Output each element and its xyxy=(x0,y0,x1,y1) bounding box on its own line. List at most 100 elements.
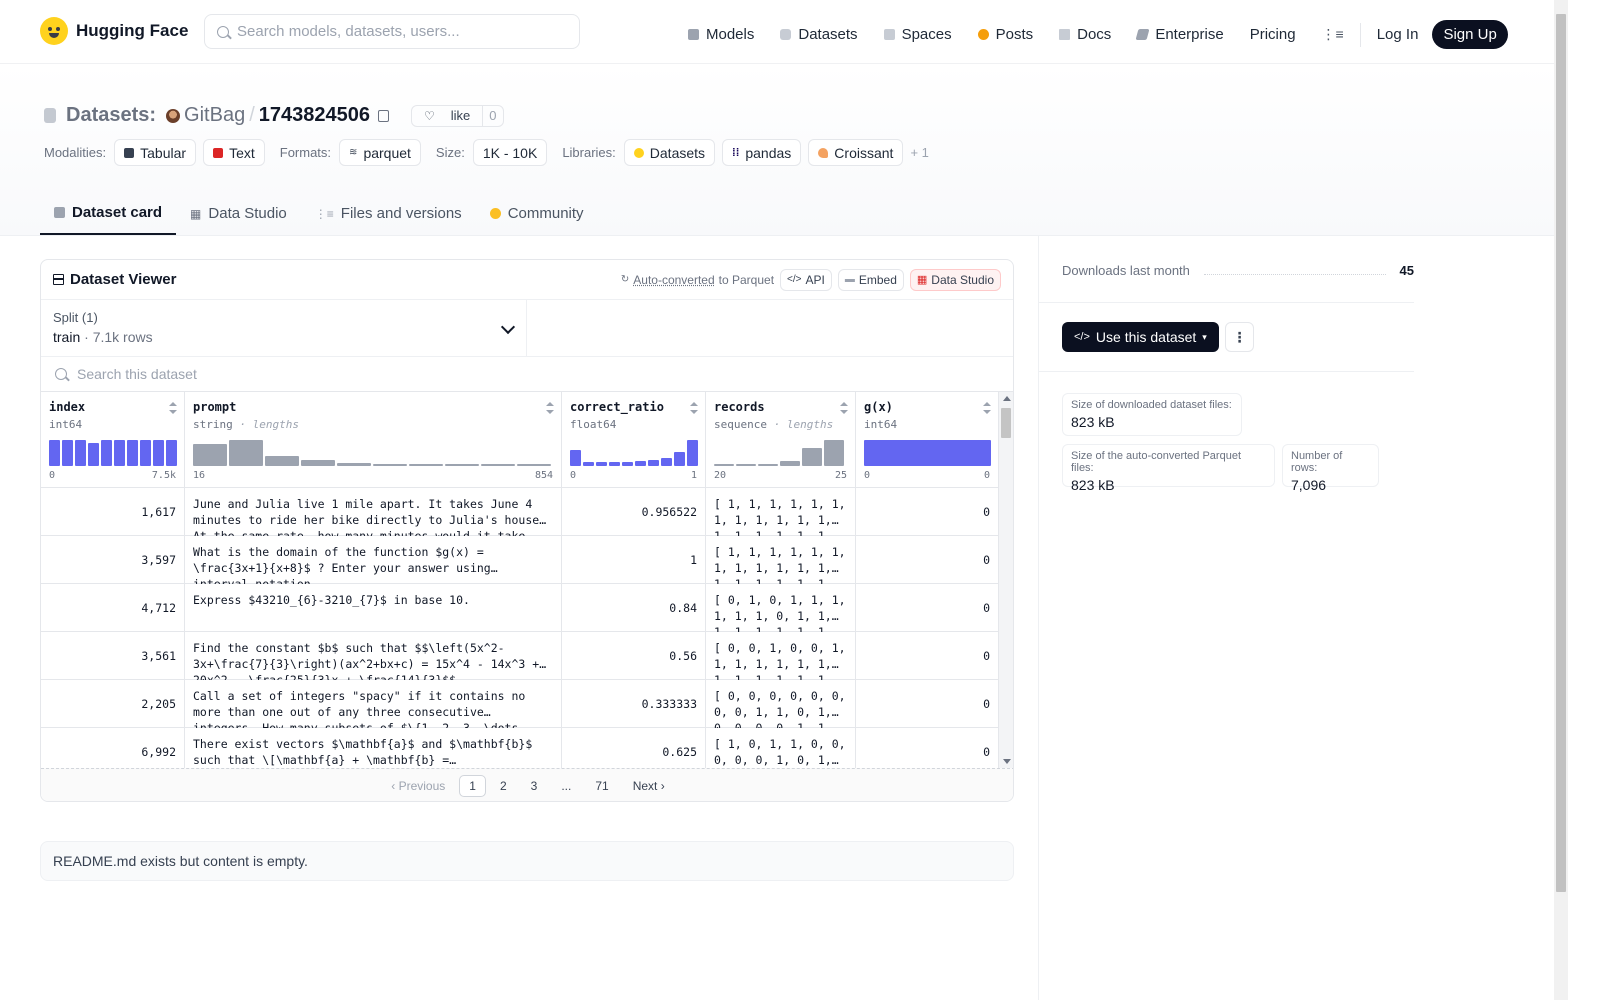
page-scrollbar-thumb[interactable] xyxy=(1556,14,1566,892)
table-cell-prompt[interactable]: Express $43210_{6}-3210_{7}$ in base 10. xyxy=(185,584,562,632)
histogram-bar[interactable] xyxy=(583,462,594,466)
table-row[interactable]: 6,992 There exist vectors $\mathbf{a}$ an… xyxy=(41,728,999,768)
like-button[interactable]: ♡ like 0 xyxy=(411,104,504,127)
dataset-search[interactable] xyxy=(41,356,1013,392)
histogram-bar[interactable] xyxy=(687,440,698,466)
table-cell-gx[interactable]: 0 xyxy=(856,680,999,728)
tab-data-studio[interactable]: ▦ Data Studio xyxy=(176,192,301,235)
column-histogram[interactable] xyxy=(49,440,177,466)
table-cell-records[interactable]: [ 0, 0, 0, 0, 0, 0, 0, 0, 1, 1, 0, 1, 0,… xyxy=(706,680,856,728)
scrollbar-thumb[interactable] xyxy=(1001,408,1011,438)
histogram-bar[interactable] xyxy=(193,444,227,466)
histogram-bar[interactable] xyxy=(409,464,443,466)
table-cell-correct_ratio[interactable]: 0.84 xyxy=(562,584,706,632)
page-scrollbar[interactable] xyxy=(1554,0,1568,1000)
global-search-input[interactable] xyxy=(237,23,579,40)
histogram-bar[interactable] xyxy=(373,464,407,466)
histogram-bar[interactable] xyxy=(101,440,112,466)
page-3-button[interactable]: 3 xyxy=(521,775,548,797)
split-selector[interactable]: Split (1) train · 7.1k rows xyxy=(41,300,527,356)
histogram-bar[interactable] xyxy=(49,440,60,466)
histogram-bar[interactable] xyxy=(166,440,177,466)
embed-button[interactable]: ▬ Embed xyxy=(837,268,904,291)
use-this-dataset-button[interactable]: </> Use this dataset ▾ xyxy=(1062,322,1219,352)
histogram-bar[interactable] xyxy=(517,464,551,466)
api-button[interactable]: </> API xyxy=(780,268,832,291)
table-cell-index[interactable]: 3,597 xyxy=(41,536,185,584)
sort-icon[interactable] xyxy=(840,402,848,414)
table-cell-correct_ratio[interactable]: 0.333333 xyxy=(562,680,706,728)
histogram-bar[interactable] xyxy=(635,461,646,466)
histogram-bar[interactable] xyxy=(153,440,164,466)
table-cell-prompt[interactable]: There exist vectors $\mathbf{a}$ and $\m… xyxy=(185,728,562,768)
column-header-3[interactable]: records sequence · lengths 20 25 xyxy=(706,392,856,488)
column-histogram[interactable] xyxy=(193,440,551,466)
tab-community[interactable]: Community xyxy=(476,192,598,235)
column-histogram[interactable] xyxy=(570,440,698,466)
histogram-bar[interactable] xyxy=(445,464,479,466)
nav-docs[interactable]: Docs xyxy=(1059,26,1111,43)
histogram-bar[interactable] xyxy=(229,440,263,466)
table-row[interactable]: 1,617 June and Julia live 1 mile apart. I… xyxy=(41,488,999,536)
histogram-bar[interactable] xyxy=(824,440,844,466)
tag-text[interactable]: Text xyxy=(203,139,265,166)
table-cell-gx[interactable]: 0 xyxy=(856,584,999,632)
histogram-bar[interactable] xyxy=(864,440,991,466)
table-cell-prompt[interactable]: Find the constant $b$ such that $$\left(… xyxy=(185,632,562,680)
table-cell-correct_ratio[interactable]: 1 xyxy=(562,536,706,584)
tag-tabular[interactable]: Tabular xyxy=(114,139,197,166)
sort-icon[interactable] xyxy=(546,402,554,414)
histogram-bar[interactable] xyxy=(75,440,86,466)
histogram-bar[interactable] xyxy=(337,463,371,466)
tab-files-and-versions[interactable]: ⋮≡ Files and versions xyxy=(301,192,476,235)
histogram-bar[interactable] xyxy=(596,462,607,466)
column-histogram[interactable] xyxy=(714,440,844,466)
previous-page-button[interactable]: ‹ Previous xyxy=(381,775,455,797)
more-menu-icon[interactable]: ⋮≡ xyxy=(1322,26,1344,43)
table-row[interactable]: 3,561 Find the constant $b$ such that $$\… xyxy=(41,632,999,680)
histogram-bar[interactable] xyxy=(609,462,620,466)
table-cell-gx[interactable]: 0 xyxy=(856,488,999,536)
table-cell-correct_ratio[interactable]: 0.56 xyxy=(562,632,706,680)
table-cell-gx[interactable]: 0 xyxy=(856,632,999,680)
table-row[interactable]: 2,205 Call a set of integers "spacy" if i… xyxy=(41,680,999,728)
nav-models[interactable]: Models xyxy=(688,26,754,43)
signup-button[interactable]: Sign Up xyxy=(1432,20,1508,49)
tag-croissant[interactable]: Croissant xyxy=(808,139,904,166)
repo-owner-link[interactable]: GitBag xyxy=(184,104,245,127)
scroll-up-icon[interactable] xyxy=(1003,396,1011,401)
login-link[interactable]: Log In xyxy=(1377,26,1419,43)
auto-converted-link[interactable]: Auto-converted xyxy=(633,273,714,287)
sort-icon[interactable] xyxy=(983,402,991,414)
column-header-0[interactable]: index int64 0 7.5k xyxy=(41,392,185,488)
table-cell-records[interactable]: [ 0, 0, 1, 0, 0, 1, 1, 1, 1, 1, 1, 1, 1,… xyxy=(706,632,856,680)
histogram-bar[interactable] xyxy=(140,440,151,466)
table-cell-index[interactable]: 1,617 xyxy=(41,488,185,536)
histogram-bar[interactable] xyxy=(758,464,778,466)
histogram-bar[interactable] xyxy=(714,464,734,466)
table-cell-index[interactable]: 4,712 xyxy=(41,584,185,632)
column-header-4[interactable]: g(x) int64 0 0 xyxy=(856,392,999,488)
table-cell-index[interactable]: 6,992 xyxy=(41,728,185,768)
sort-icon[interactable] xyxy=(169,402,177,414)
table-cell-prompt[interactable]: June and Julia live 1 mile apart. It tak… xyxy=(185,488,562,536)
histogram-bar[interactable] xyxy=(88,443,99,466)
column-histogram[interactable] xyxy=(864,440,991,466)
tag-datasets-lib[interactable]: Datasets xyxy=(623,139,716,166)
column-header-1[interactable]: prompt string · lengths 16 854 xyxy=(185,392,562,488)
column-header-2[interactable]: correct_ratio float64 0 1 xyxy=(562,392,706,488)
histogram-bar[interactable] xyxy=(114,440,125,466)
histogram-bar[interactable] xyxy=(674,452,685,466)
tag-size[interactable]: 1K - 10K xyxy=(472,139,548,166)
histogram-bar[interactable] xyxy=(736,464,756,466)
repo-name-link[interactable]: 1743824506 xyxy=(259,104,370,127)
histogram-bar[interactable] xyxy=(127,440,138,466)
global-search[interactable] xyxy=(204,14,580,49)
table-cell-records[interactable]: [ 1, 1, 1, 1, 1, 1, 1, 1, 1, 1, 1, 1, 1,… xyxy=(706,536,856,584)
table-row[interactable]: 3,597 What is the domain of the function … xyxy=(41,536,999,584)
table-cell-prompt[interactable]: Call a set of integers "spacy" if it con… xyxy=(185,680,562,728)
histogram-bar[interactable] xyxy=(780,461,800,466)
table-cell-gx[interactable]: 0 xyxy=(856,728,999,768)
brand-logo[interactable]: Hugging Face xyxy=(40,17,188,45)
more-libraries[interactable]: + 1 xyxy=(910,145,928,160)
